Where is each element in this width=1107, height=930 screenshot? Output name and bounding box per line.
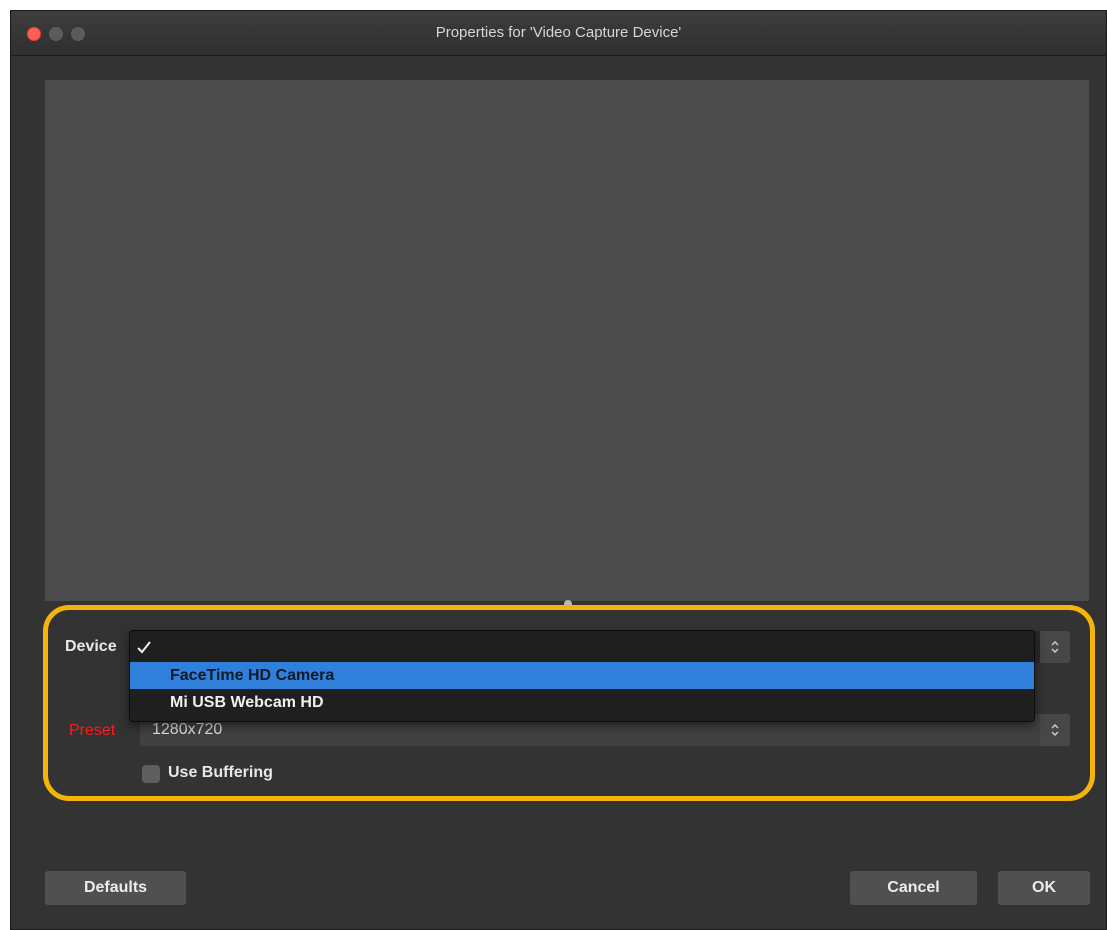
defaults-button[interactable]: Defaults	[45, 871, 186, 905]
device-select-stepper[interactable]	[1040, 631, 1070, 663]
dropdown-empty-option[interactable]	[130, 631, 1034, 661]
ok-button[interactable]: OK	[998, 871, 1090, 905]
check-icon	[137, 641, 151, 654]
use-buffering-checkbox[interactable]	[142, 765, 160, 783]
splitter-handle[interactable]	[564, 600, 572, 605]
dropdown-option-facetime[interactable]: FaceTime HD Camera	[130, 662, 1034, 689]
preset-select-stepper[interactable]	[1040, 714, 1070, 746]
window-title: Properties for 'Video Capture Device'	[435, 24, 682, 41]
cancel-button[interactable]: Cancel	[850, 871, 977, 905]
preset-label: Preset	[69, 722, 116, 739]
device-label: Device	[65, 638, 117, 655]
title-bar[interactable]: Properties for 'Video Capture Device'	[11, 11, 1106, 56]
dropdown-option-mi-webcam[interactable]: Mi USB Webcam HD	[130, 689, 1034, 716]
properties-window: Properties for 'Video Capture Device' De…	[10, 10, 1107, 930]
use-buffering-label[interactable]: Use Buffering	[168, 764, 273, 782]
up-down-chevron-icon	[1051, 724, 1059, 736]
up-down-chevron-icon	[1051, 641, 1059, 653]
device-dropdown-menu: FaceTime HD Camera Mi USB Webcam HD	[129, 630, 1035, 722]
video-preview	[45, 80, 1089, 601]
